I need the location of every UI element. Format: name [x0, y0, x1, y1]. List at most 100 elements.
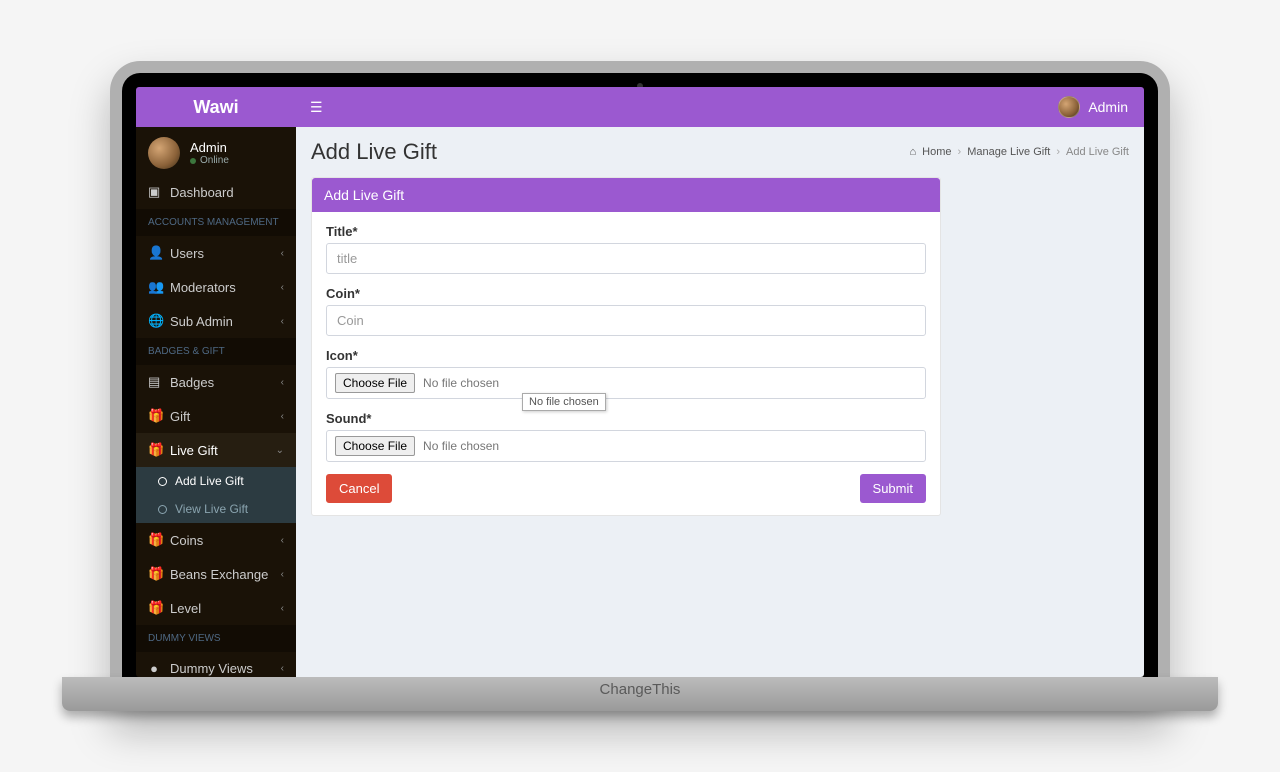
icon-choose-file-button[interactable]: Choose File	[335, 373, 415, 393]
breadcrumb-sep-icon: ›	[1056, 146, 1060, 158]
sidebar-item-gift[interactable]: 🎁 Gift ‹	[136, 399, 296, 433]
breadcrumb-current: Add Live Gift	[1066, 146, 1129, 158]
sidebar-label: Live Gift	[170, 443, 218, 458]
title-input[interactable]	[326, 243, 926, 274]
dashboard-icon: ▣	[148, 184, 160, 200]
breadcrumb-home[interactable]: Home	[922, 146, 951, 158]
breadcrumb: ⌂ Home › Manage Live Gift › Add Live Gif…	[910, 146, 1129, 158]
circle-o-icon	[158, 477, 167, 486]
sidebar-label: Dummy Views	[170, 661, 253, 676]
sound-label: Sound*	[326, 411, 926, 426]
gift-icon: 🎁	[148, 566, 160, 582]
gift-icon: 🎁	[148, 600, 160, 616]
file-tooltip: No file chosen	[522, 393, 606, 411]
chevron-left-icon: ‹	[281, 411, 284, 422]
device-frame: Wawi ☰ Admin Admin	[110, 61, 1170, 711]
sidebar-item-users[interactable]: 👤 Users ‹	[136, 236, 296, 270]
breadcrumb-sep-icon: ›	[958, 146, 962, 158]
sidebar-label: Users	[170, 246, 204, 261]
submenu-label: View Live Gift	[175, 502, 248, 516]
device-inner: Wawi ☰ Admin Admin	[122, 73, 1158, 677]
sidebar-item-level[interactable]: 🎁 Level ‹	[136, 591, 296, 625]
sidebar-label: Level	[170, 601, 201, 616]
sidebar-item-coins[interactable]: 🎁 Coins ‹	[136, 523, 296, 557]
sidebar-item-dashboard[interactable]: ▣ Dashboard	[136, 175, 296, 209]
sidebar-item-livegift[interactable]: 🎁 Live Gift ⌄	[136, 433, 296, 467]
circle-icon: ●	[148, 661, 160, 676]
user-menu-button[interactable]: Admin	[1058, 96, 1144, 118]
submit-button[interactable]: Submit	[860, 474, 926, 503]
sidebar-item-dummyviews[interactable]: ● Dummy Views ‹	[136, 652, 296, 677]
main-content: Add Live Gift ⌂ Home › Manage Live Gift …	[296, 127, 1144, 677]
device-base: ChangeThis	[62, 677, 1218, 711]
gift-icon: 🎁	[148, 532, 160, 548]
sidebar-header-badges: BADGES & GIFT	[136, 338, 296, 365]
sound-file-status: No file chosen	[423, 439, 499, 453]
user-panel: Admin Online	[136, 127, 296, 175]
topbar-username: Admin	[1088, 99, 1128, 115]
sidebar-label: Coins	[170, 533, 203, 548]
chevron-left-icon: ‹	[281, 569, 284, 580]
avatar-large-icon	[148, 137, 180, 169]
status-text: Online	[200, 155, 229, 166]
brand-logo[interactable]: Wawi	[136, 97, 296, 118]
online-dot-icon	[190, 158, 196, 164]
livegift-submenu: Add Live Gift View Live Gift	[136, 467, 296, 523]
sound-choose-file-button[interactable]: Choose File	[335, 436, 415, 456]
gift-icon: 🎁	[148, 408, 160, 424]
cancel-button[interactable]: Cancel	[326, 474, 392, 503]
chevron-left-icon: ‹	[281, 603, 284, 614]
sidebar-header-dummy: Dummy Views	[136, 625, 296, 652]
user-panel-name: Admin	[190, 140, 229, 155]
home-icon: ⌂	[910, 146, 917, 158]
icon-file-status: No file chosen	[423, 376, 499, 390]
icon-file-row: Choose File No file chosen	[326, 367, 926, 399]
sound-file-row: Choose File No file chosen	[326, 430, 926, 462]
sidebar: Admin Online ▣ Dashboard ACCOUNTS MANAGEM…	[136, 127, 296, 677]
gift-icon: 🎁	[148, 442, 160, 458]
panel-title: Add Live Gift	[312, 178, 940, 212]
panel-body: Title* Coin* Icon* Choose File	[312, 212, 940, 515]
chevron-left-icon: ‹	[281, 535, 284, 546]
sidebar-item-subadmin[interactable]: 🌐 Sub Admin ‹	[136, 304, 296, 338]
chevron-left-icon: ‹	[281, 282, 284, 293]
circle-o-icon	[158, 505, 167, 514]
page-header: Add Live Gift ⌂ Home › Manage Live Gift …	[311, 139, 1129, 165]
sidebar-header-accounts: ACCOUNTS MANAGEMENT	[136, 209, 296, 236]
device-base-text: ChangeThis	[600, 681, 681, 698]
sidebar-label: Badges	[170, 375, 214, 390]
breadcrumb-managelive[interactable]: Manage Live Gift	[967, 146, 1050, 158]
sidebar-label: Beans Exchange	[170, 567, 268, 582]
submenu-label: Add Live Gift	[175, 474, 244, 488]
sidebar-item-badges[interactable]: ▤ Badges ‹	[136, 365, 296, 399]
sidebar-label: Sub Admin	[170, 314, 233, 329]
users-icon: 👥	[148, 279, 160, 295]
chevron-left-icon: ‹	[281, 663, 284, 674]
screen[interactable]: Wawi ☰ Admin Admin	[136, 87, 1144, 677]
chevron-left-icon: ‹	[281, 377, 284, 388]
bars-icon: ☰	[310, 99, 323, 115]
chevron-down-icon: ⌄	[276, 445, 284, 456]
sidebar-label: Moderators	[170, 280, 236, 295]
sidebar-item-beans[interactable]: 🎁 Beans Exchange ‹	[136, 557, 296, 591]
topbar: Wawi ☰ Admin	[136, 87, 1144, 127]
title-label: Title*	[326, 224, 926, 239]
submenu-item-viewlive[interactable]: View Live Gift	[136, 495, 296, 523]
coin-input[interactable]	[326, 305, 926, 336]
avatar-icon	[1058, 96, 1080, 118]
sidebar-toggle-button[interactable]: ☰	[296, 99, 337, 116]
sidebar-label: Dashboard	[170, 185, 234, 200]
form-panel: Add Live Gift Title* Coin*	[311, 177, 941, 516]
sidebar-label: Gift	[170, 409, 190, 424]
page-title: Add Live Gift	[311, 139, 437, 165]
sidebar-item-moderators[interactable]: 👥 Moderators ‹	[136, 270, 296, 304]
icon-label: Icon*	[326, 348, 926, 363]
submenu-item-addlive[interactable]: Add Live Gift	[136, 467, 296, 495]
book-icon: ▤	[148, 374, 160, 390]
chevron-left-icon: ‹	[281, 316, 284, 327]
user-icon: 👤	[148, 245, 160, 261]
chevron-left-icon: ‹	[281, 248, 284, 259]
coin-label: Coin*	[326, 286, 926, 301]
globe-icon: 🌐	[148, 313, 160, 329]
user-panel-status: Online	[190, 155, 229, 166]
